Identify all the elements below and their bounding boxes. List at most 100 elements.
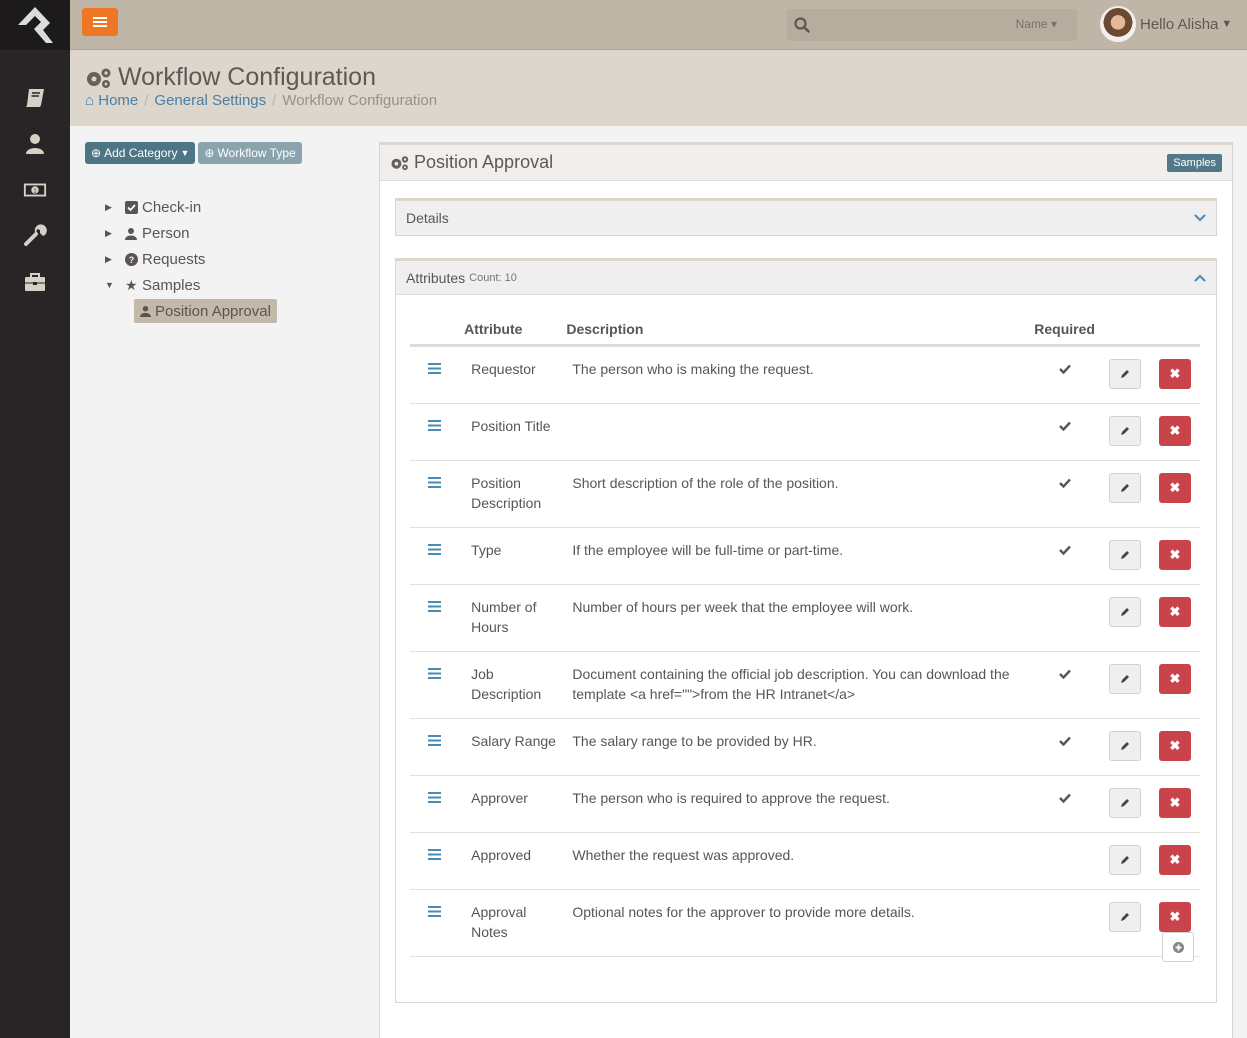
- attributes-section: Attributes Count: 10 Attribute Descripti…: [395, 258, 1217, 1003]
- caret-right-icon[interactable]: ▶: [105, 202, 125, 213]
- delete-attribute-button[interactable]: ✖: [1158, 787, 1191, 818]
- reorder-icon: [427, 476, 441, 488]
- reorder-icon: [427, 419, 441, 431]
- drag-handle[interactable]: [410, 460, 459, 528]
- user-menu[interactable]: Hello Alisha ▼: [1100, 6, 1232, 42]
- delete-attribute-button[interactable]: ✖: [1158, 539, 1191, 570]
- sidebar-item-books[interactable]: [0, 75, 70, 121]
- table-row: Job Description Document containing the …: [410, 651, 1200, 719]
- drag-handle[interactable]: [410, 403, 459, 461]
- drag-handle[interactable]: [410, 345, 459, 404]
- menu-toggle-button[interactable]: [82, 8, 118, 36]
- drag-handle[interactable]: [410, 718, 459, 776]
- breadcrumb-current: Workflow Configuration: [282, 92, 438, 109]
- pencil-icon: [1120, 798, 1129, 807]
- required-cell: [1029, 584, 1100, 652]
- delete-attribute-button[interactable]: ✖: [1158, 358, 1191, 389]
- search-input[interactable]: Name ▾: [787, 9, 1077, 41]
- details-header[interactable]: Details: [396, 201, 1216, 235]
- edit-attribute-button[interactable]: [1108, 730, 1141, 761]
- tree-item-requests[interactable]: ▶ ? Requests: [105, 246, 365, 272]
- edit-attribute-button[interactable]: [1108, 596, 1141, 627]
- sidebar-item-finance[interactable]: 1: [0, 167, 70, 213]
- svg-text:?: ?: [129, 255, 135, 265]
- caret-right-icon[interactable]: ▶: [105, 228, 125, 239]
- plus-circle-icon: ⊕: [204, 146, 215, 160]
- page-scrollbar[interactable]: [1233, 126, 1247, 1038]
- question-icon: ?: [125, 252, 141, 266]
- delete-attribute-button[interactable]: ✖: [1158, 596, 1191, 627]
- edit-attribute-button[interactable]: [1108, 358, 1141, 389]
- drag-handle[interactable]: [410, 527, 459, 585]
- edit-attribute-button[interactable]: [1108, 901, 1141, 932]
- drag-handle[interactable]: [410, 584, 459, 652]
- tree-item-position-approval[interactable]: Position Approval: [134, 299, 277, 323]
- attribute-description: Whether the request was approved.: [558, 832, 1030, 890]
- attributes-count: Count: 10: [469, 271, 517, 284]
- chevron-up-icon[interactable]: [1194, 274, 1206, 282]
- attribute-description: Document containing the official job des…: [558, 651, 1030, 719]
- tree-item-check-in[interactable]: ▶ Check-in: [105, 194, 365, 220]
- search-icon: [794, 17, 810, 33]
- close-icon: ✖: [1169, 422, 1181, 438]
- add-category-button[interactable]: ⊕ Add Category ▼: [85, 142, 196, 164]
- edit-attribute-button[interactable]: [1108, 472, 1141, 503]
- drag-handle[interactable]: [410, 889, 459, 957]
- edit-attribute-button[interactable]: [1108, 415, 1141, 446]
- delete-attribute-button[interactable]: ✖: [1158, 663, 1191, 694]
- edit-attribute-button[interactable]: [1108, 787, 1141, 818]
- required-cell: [1029, 889, 1100, 957]
- edit-attribute-button[interactable]: [1108, 539, 1141, 570]
- home-icon: ⌂: [85, 92, 95, 109]
- attribute-name: Approval Notes: [458, 889, 559, 957]
- table-row: Approver The person who is required to a…: [410, 775, 1200, 833]
- attribute-name: Number of Hours: [458, 584, 559, 652]
- add-attribute-button[interactable]: [1162, 932, 1194, 962]
- breadcrumb-general-settings[interactable]: General Settings: [154, 92, 266, 109]
- drag-handle[interactable]: [410, 775, 459, 833]
- sidebar-item-admin[interactable]: [0, 259, 70, 305]
- attribute-name: Position Description: [458, 460, 559, 528]
- reorder-icon: [427, 791, 441, 803]
- delete-attribute-button[interactable]: ✖: [1158, 730, 1191, 761]
- edit-attribute-button[interactable]: [1108, 844, 1141, 875]
- attribute-description: If the employee will be full-time or par…: [558, 527, 1030, 585]
- table-row: Position Title ✖: [410, 403, 1200, 461]
- pencil-icon: [1120, 483, 1129, 492]
- column-header-description: Description: [558, 315, 1030, 347]
- top-bar: Name ▾ Hello Alisha ▼: [70, 0, 1247, 50]
- caret-down-icon[interactable]: ▼: [105, 280, 125, 290]
- sidebar-item-people[interactable]: [0, 121, 70, 167]
- check-icon: [1058, 478, 1071, 488]
- reorder-icon: [427, 362, 441, 374]
- drag-handle[interactable]: [410, 832, 459, 890]
- attribute-description: The person who is making the request.: [558, 345, 1030, 404]
- required-cell: [1029, 718, 1100, 776]
- sidebar-item-tools[interactable]: [0, 213, 70, 259]
- attribute-name: Position Title: [458, 403, 559, 461]
- edit-attribute-button[interactable]: [1108, 663, 1141, 694]
- delete-attribute-button[interactable]: ✖: [1158, 901, 1191, 932]
- delete-attribute-button[interactable]: ✖: [1158, 844, 1191, 875]
- rock-logo[interactable]: [0, 0, 70, 50]
- user-icon: [125, 227, 141, 240]
- logo-icon: [18, 7, 53, 43]
- category-badge: Samples: [1167, 153, 1222, 172]
- delete-attribute-button[interactable]: ✖: [1158, 472, 1191, 503]
- caret-right-icon[interactable]: ▶: [105, 254, 125, 265]
- chevron-down-icon[interactable]: [1194, 214, 1206, 222]
- avatar: [1100, 6, 1136, 42]
- drag-handle[interactable]: [410, 651, 459, 719]
- attribute-description: The salary range to be provided by HR.: [558, 718, 1030, 776]
- tree-item-samples[interactable]: ▼ ★ Samples: [105, 272, 365, 298]
- attributes-header[interactable]: Attributes Count: 10: [396, 261, 1216, 295]
- attribute-name: Salary Range: [458, 718, 559, 776]
- search-filter-dropdown[interactable]: Name ▾: [1016, 17, 1057, 31]
- reorder-icon: [427, 734, 441, 746]
- tree-item-person[interactable]: ▶ Person: [105, 220, 365, 246]
- required-cell: [1029, 651, 1100, 719]
- breadcrumb-home[interactable]: ⌂ Home: [85, 92, 138, 109]
- add-workflow-type-button[interactable]: ⊕ Workflow Type: [198, 142, 302, 164]
- delete-attribute-button[interactable]: ✖: [1158, 415, 1191, 446]
- attributes-table-body: Requestor The person who is making the r…: [410, 345, 1200, 957]
